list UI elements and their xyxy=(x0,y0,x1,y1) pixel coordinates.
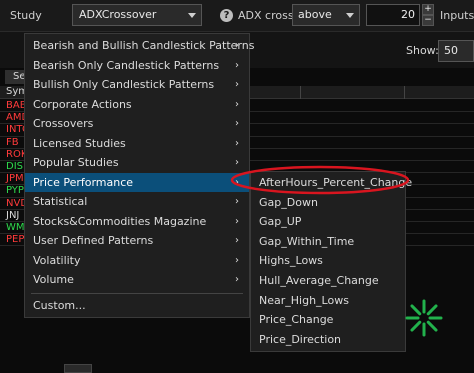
menu-item-label: User Defined Patterns xyxy=(33,234,154,247)
chevron-right-icon: › xyxy=(235,59,239,71)
scroll-handle[interactable] xyxy=(64,364,92,373)
menu-item-label: Volatility xyxy=(33,253,81,267)
menu-item-label: Statistical xyxy=(33,195,88,208)
column-divider[interactable] xyxy=(300,86,301,99)
threshold-stepper[interactable]: + − xyxy=(422,4,434,26)
chevron-right-icon: › xyxy=(235,196,239,207)
menu-item-volume[interactable]: Volume › xyxy=(25,270,249,290)
menu-item-statistical[interactable]: Statistical › xyxy=(25,192,249,212)
stepper-up-button[interactable]: + xyxy=(422,4,434,15)
chevron-right-icon: › xyxy=(235,254,239,266)
submenu-item-price-direction[interactable]: Price_Direction xyxy=(251,330,405,350)
menu-item-label: Licensed Studies xyxy=(33,136,126,150)
study-category-menu: Bearish and Bullish Candlestick Patterns… xyxy=(24,33,254,318)
submenu-item-afterhours-percent-change[interactable]: AfterHours_Percent_Change xyxy=(251,173,412,193)
spinner-ray xyxy=(426,304,438,316)
submenu-item-gap-within-time[interactable]: Gap_Within_Time xyxy=(251,232,405,252)
menu-item-label: Stocks&Commodities Magazine xyxy=(33,214,207,228)
price-performance-submenu: AfterHours_Percent_Change Gap_Down Gap_UP G… xyxy=(250,171,412,352)
chevron-right-icon: › xyxy=(235,79,239,90)
spinner-ray xyxy=(410,320,422,332)
row-symbol: JPM xyxy=(6,173,24,185)
submenu-item-highs-lows[interactable]: Highs_Lows xyxy=(251,251,405,271)
loading-spinner-icon xyxy=(405,299,443,337)
chevron-right-icon: › xyxy=(235,98,239,110)
column-divider[interactable] xyxy=(404,86,405,99)
chevron-down-icon xyxy=(188,13,196,18)
stepper-down-button[interactable]: − xyxy=(422,15,434,26)
submenu-item-hull-average-change[interactable]: Hull_Average_Change xyxy=(251,271,405,291)
chevron-down-icon xyxy=(346,13,354,18)
submenu-item-price-change[interactable]: Price_Change xyxy=(251,310,405,330)
menu-item-custom[interactable]: Custom... xyxy=(25,296,249,316)
help-icon[interactable]: ? xyxy=(220,9,233,22)
row-symbol: PEP xyxy=(6,234,25,246)
menu-item-price-performance[interactable]: Price Performance › xyxy=(25,172,249,192)
menu-item-label: Bearish and Bullish Candlestick Patterns xyxy=(33,39,255,52)
row-symbol: DIS xyxy=(6,160,23,172)
menu-item-label: Corporate Actions xyxy=(33,97,132,111)
menu-item-crossovers[interactable]: Crossovers › xyxy=(25,114,249,134)
menu-item-label: Price Performance xyxy=(33,175,134,189)
spinner-ray xyxy=(410,304,422,316)
spinner-ray xyxy=(426,320,438,332)
menu-item-licensed-studies[interactable]: Licensed Studies › xyxy=(25,134,249,154)
submenu-item-gap-down[interactable]: Gap_Down xyxy=(251,193,405,213)
condition-select-value: above xyxy=(298,8,332,21)
chevron-right-icon: › xyxy=(235,118,239,129)
show-count-select[interactable]: 50 xyxy=(438,40,474,62)
menu-item-bearish-and-bullish-candlestick-patterns[interactable]: Bearish and Bullish Candlestick Patterns… xyxy=(25,36,254,56)
menu-divider xyxy=(31,292,243,294)
chevron-right-icon: › xyxy=(235,176,239,188)
condition-select[interactable]: above xyxy=(292,4,360,26)
menu-item-label: Popular Studies xyxy=(33,156,119,169)
chevron-right-icon: › xyxy=(235,157,239,168)
chevron-right-icon: › xyxy=(235,40,239,51)
menu-item-user-defined-patterns[interactable]: User Defined Patterns › xyxy=(25,231,249,251)
menu-item-label: Bullish Only Candlestick Patterns xyxy=(33,78,215,91)
submenu-item-near-high-lows[interactable]: Near_High_Lows xyxy=(251,291,405,311)
menu-item-volatility[interactable]: Volatility › xyxy=(25,251,249,271)
chevron-right-icon: › xyxy=(235,235,239,246)
study-label: Study xyxy=(10,9,42,22)
menu-item-corporate-actions[interactable]: Corporate Actions › xyxy=(25,95,249,115)
study-toolbar: Study ADXCrossover ? ADX crosses above 2… xyxy=(0,0,474,32)
chevron-right-icon: › xyxy=(235,274,239,285)
menu-item-label: Bearish Only Candlestick Patterns xyxy=(33,58,220,72)
submenu-item-gap-up[interactable]: Gap_UP xyxy=(251,212,405,232)
row-symbol: JNJ xyxy=(6,209,20,221)
chevron-right-icon: › xyxy=(235,215,239,227)
row-symbol: FB xyxy=(6,136,19,148)
menu-item-label: Volume xyxy=(33,273,74,286)
menu-item-bearish-only-candlestick-patterns[interactable]: Bearish Only Candlestick Patterns › xyxy=(25,56,249,76)
show-label: Show: xyxy=(406,44,439,57)
study-select[interactable]: ADXCrossover xyxy=(72,4,202,26)
chevron-right-icon: › xyxy=(235,137,239,149)
menu-item-stocks-commodities-magazine[interactable]: Stocks&Commodities Magazine › xyxy=(25,212,249,232)
study-select-value: ADXCrossover xyxy=(79,8,157,21)
menu-item-label: Crossovers xyxy=(33,117,94,130)
menu-item-bullish-only-candlestick-patterns[interactable]: Bullish Only Candlestick Patterns › xyxy=(25,75,249,95)
threshold-input[interactable]: 20 xyxy=(366,4,420,26)
inputs-label: Inputs xyxy=(440,9,474,22)
menu-item-popular-studies[interactable]: Popular Studies › xyxy=(25,153,249,173)
